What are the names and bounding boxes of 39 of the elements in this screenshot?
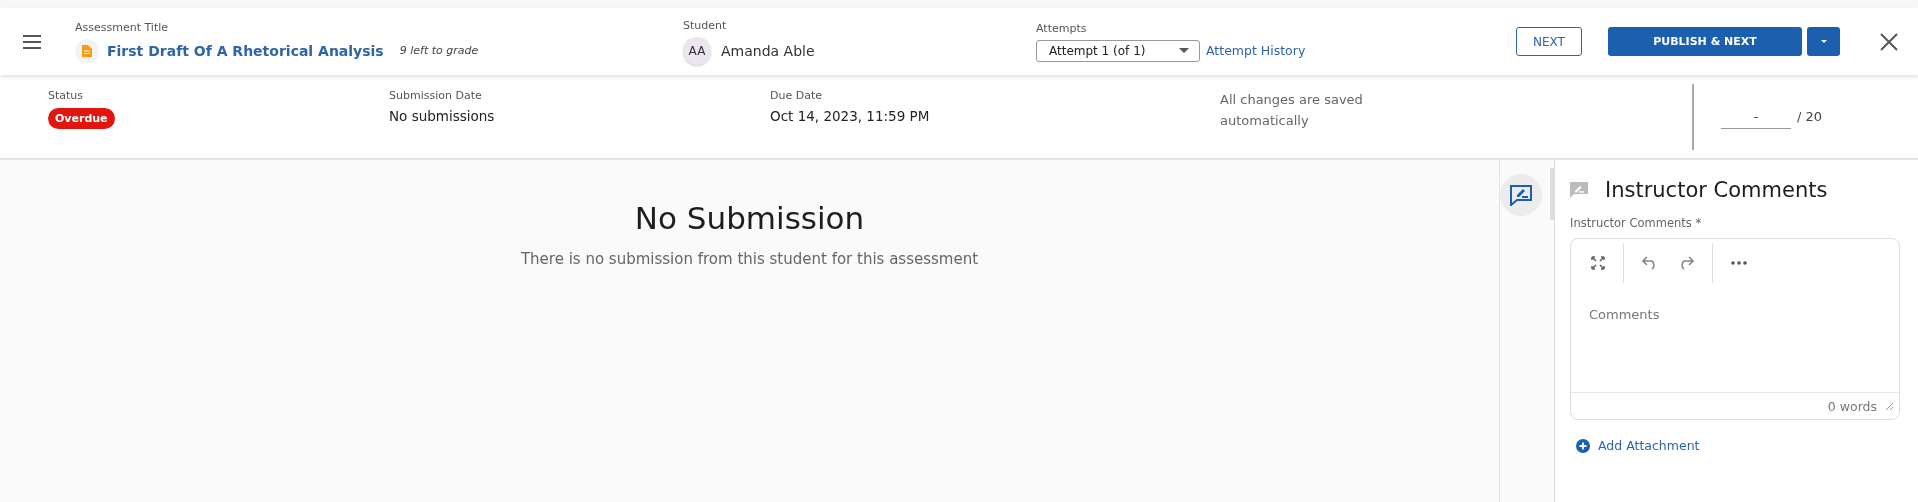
attempt-history-link[interactable]: Attempt History [1206, 43, 1306, 58]
attempts-label: Attempts [1036, 21, 1088, 35]
attempt-dropdown[interactable]: Attempt 1 (of 1) [1036, 39, 1200, 62]
instructor-comments-heading: Instructor Comments [1605, 178, 1828, 202]
word-count: 0 words [1827, 398, 1877, 414]
due-date-label: Due Date [770, 89, 823, 102]
resize-handle-icon[interactable] [1885, 402, 1893, 410]
document-icon [75, 38, 99, 63]
caret-icon [1819, 39, 1828, 44]
close-icon[interactable] [1880, 32, 1898, 51]
caret-icon [1179, 48, 1189, 53]
comment-icon [1570, 182, 1588, 198]
assessment-title-label: Assessment Title [75, 20, 170, 34]
fullscreen-icon[interactable] [1591, 256, 1605, 270]
comment-edit-icon[interactable] [1500, 174, 1542, 216]
due-date-value: Oct 14, 2023, 11:59 PM [770, 108, 931, 124]
student-name: Amanda Able [721, 42, 815, 59]
submission-date-value: No submissions [389, 108, 496, 124]
add-icon [1576, 438, 1590, 453]
autosave-note: All changes are saved automatically [1220, 91, 1364, 130]
undo-icon[interactable] [1642, 256, 1658, 270]
publish-next-button[interactable]: PUBLISH & NEXT [1608, 27, 1802, 56]
status-label: Status [48, 89, 85, 102]
submission-date-label: Submission Date [389, 89, 483, 102]
no-submission-message: There is no submission from this student for this assessment [520, 250, 979, 268]
comment-editor[interactable]: Comments 0 words [1570, 238, 1900, 420]
student-avatar: AA [683, 36, 711, 65]
add-attachment-link[interactable]: Add Attachment [1576, 438, 1700, 453]
assessment-title-link[interactable]: First Draft Of A Rhetorical Analysis [107, 42, 384, 59]
next-button[interactable]: NEXT [1516, 27, 1582, 56]
score-field[interactable]: - [1721, 104, 1791, 129]
no-submission-heading: No Submission [634, 200, 865, 236]
comments-field-label: Instructor Comments * [1570, 216, 1703, 230]
left-to-grade-text: 9 left to grade [399, 44, 479, 57]
student-label: Student [683, 18, 728, 32]
more-icon[interactable] [1731, 261, 1747, 265]
score-max: / 20 [1797, 109, 1823, 124]
status-badge: Overdue [48, 108, 115, 129]
redo-icon[interactable] [1678, 256, 1694, 270]
